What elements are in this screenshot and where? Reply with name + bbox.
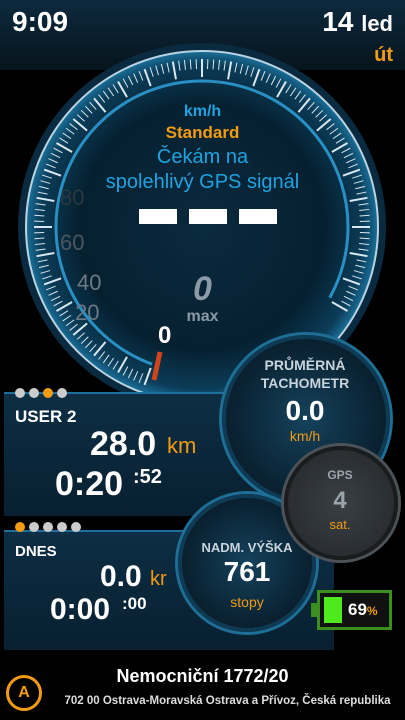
- trip-dot[interactable]: [15, 388, 25, 398]
- today-distance: 0.0: [100, 560, 142, 593]
- gps-message-line1: Čekám na: [156, 146, 249, 168]
- gps-status-message: Čekám na spolehlivý GPS signál: [85, 145, 320, 195]
- scale-label-80: 80: [60, 185, 84, 210]
- battery-percent: 69%: [348, 600, 378, 620]
- dial-tick: [212, 59, 215, 70]
- average-label-line2: TACHOMETR: [260, 375, 350, 391]
- scale-label-40: 40: [77, 270, 101, 295]
- today-dot[interactable]: [43, 522, 53, 532]
- scale-label-60: 60: [60, 230, 84, 255]
- average-speed-value: 0.0: [285, 395, 325, 426]
- battery-percent-value: 69: [348, 600, 367, 619]
- battery-percent-sign: %: [366, 604, 378, 618]
- max-speed-label: max: [186, 308, 219, 325]
- dial-tick: [34, 214, 45, 217]
- speed-mode[interactable]: Standard: [130, 123, 275, 143]
- today-selector-dots[interactable]: [15, 522, 81, 532]
- clock-time: 9:09: [12, 6, 69, 37]
- gps-message-line2: spolehlivý GPS signál: [105, 171, 300, 193]
- today-dot[interactable]: [15, 522, 25, 532]
- zero-speed-label: 0: [158, 322, 172, 349]
- gps-label: GPS: [327, 468, 353, 482]
- date-day: 14: [322, 6, 354, 37]
- altitude-value: 761: [223, 556, 271, 587]
- address-city: 702 00 Ostrava-Moravská Ostrava a Přívoz…: [64, 695, 391, 707]
- dial-tick: [359, 214, 370, 217]
- date-display: 14 led: [322, 6, 393, 38]
- today-time-seconds: :00: [122, 594, 147, 613]
- dial-tick: [189, 59, 192, 70]
- average-label-line1: PRŮMĚRNÁ: [264, 357, 346, 373]
- speed-digit-dash-3: [239, 209, 277, 224]
- today-name: DNES: [15, 543, 57, 560]
- altitude-unit: stopy: [230, 594, 264, 610]
- gps-satellite-count: 4: [333, 487, 347, 514]
- weekday: út: [374, 44, 393, 66]
- trip-dot[interactable]: [29, 388, 39, 398]
- trip-name: USER 2: [15, 407, 77, 426]
- today-time: 0:00: [50, 593, 111, 626]
- speed-unit: km/h: [183, 103, 222, 120]
- today-distance-unit: kr: [150, 568, 167, 590]
- battery-cap: [311, 603, 317, 617]
- scale-label-20: 20: [75, 300, 99, 325]
- today-dot[interactable]: [29, 522, 39, 532]
- speed-digit-dash-1: [139, 209, 177, 224]
- today-dot[interactable]: [57, 522, 67, 532]
- dial-tick: [34, 237, 45, 240]
- battery-level-bar: [324, 597, 342, 623]
- battery-indicator: 69%: [311, 590, 392, 630]
- trip-distance: 28.0: [90, 425, 157, 463]
- gps-unit: sat.: [329, 517, 351, 532]
- max-speed-value: 0: [193, 270, 212, 308]
- address-street: Nemocniční 1772/20: [116, 666, 289, 686]
- dial-tick: [359, 237, 370, 240]
- altitude-label: NADM. VÝŠKA: [201, 540, 293, 555]
- trip-dot[interactable]: [43, 388, 53, 398]
- speed-digit-dash-2: [189, 209, 227, 224]
- today-dot[interactable]: [71, 522, 81, 532]
- trip-distance-unit: km: [167, 433, 197, 458]
- average-speed-unit: km/h: [289, 428, 321, 444]
- trip-dot[interactable]: [57, 388, 67, 398]
- trip-time: 0:20: [55, 465, 124, 503]
- trip-selector-dots[interactable]: [15, 388, 67, 398]
- trip-time-seconds: :52: [133, 466, 162, 488]
- date-month: led: [361, 11, 393, 36]
